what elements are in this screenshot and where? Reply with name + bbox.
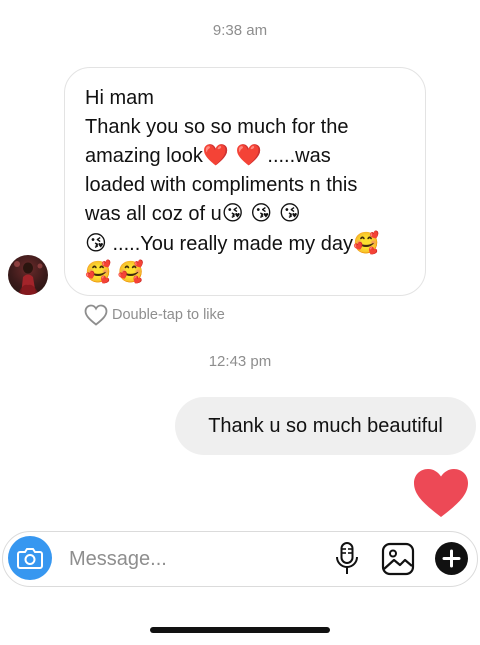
home-indicator[interactable] (150, 627, 330, 633)
avatar-image-icon (14, 261, 43, 295)
gallery-button[interactable] (381, 542, 415, 576)
double-tap-like-hint[interactable]: Double-tap to like (84, 304, 225, 326)
emoji-kisses: 😘 😘 😘 (221, 201, 301, 225)
plus-icon (442, 549, 461, 568)
message-input[interactable] (69, 546, 309, 572)
timestamp-first: 9:38 am (212, 22, 268, 39)
incoming-text-line5: .....You really made my day (106, 232, 353, 255)
emoji-hearts: ❤️ ❤️ (202, 143, 262, 167)
avatar[interactable] (8, 255, 48, 295)
more-options-button[interactable] (435, 542, 468, 575)
incoming-text-after-hearts: .....was (261, 145, 331, 167)
emoji-kiss: 😘 (85, 230, 107, 255)
outgoing-message-bubble[interactable]: Thank u so much beautiful (175, 397, 476, 455)
double-tap-like-label: Double-tap to like (112, 307, 225, 323)
camera-button[interactable] (8, 536, 52, 580)
microphone-button[interactable] (333, 541, 361, 577)
gallery-icon (381, 542, 415, 576)
message-composer (2, 531, 478, 587)
emoji-smiles: 🥰 🥰 (85, 260, 144, 284)
incoming-text-line3: loaded with compliments n this (85, 173, 358, 196)
heart-filled-icon (414, 469, 468, 517)
incoming-text-line4: was all coz of u (85, 203, 222, 225)
microphone-icon (336, 542, 358, 574)
incoming-message-bubble[interactable]: Hi mam Thank you so so much for the amaz… (64, 67, 426, 296)
emoji-smile: 🥰 (352, 230, 380, 255)
incoming-message-text: Hi mam Thank you so so much for the amaz… (85, 84, 405, 288)
camera-icon (17, 548, 43, 569)
sent-heart-like[interactable] (412, 467, 470, 519)
outgoing-message-text: Thank u so much beautiful (208, 414, 443, 437)
chat-screen: 9:38 am Hi mam Thank you so so much for … (0, 0, 480, 645)
timestamp-second: 12:43 pm (208, 353, 272, 370)
heart-outline-icon (84, 304, 108, 326)
